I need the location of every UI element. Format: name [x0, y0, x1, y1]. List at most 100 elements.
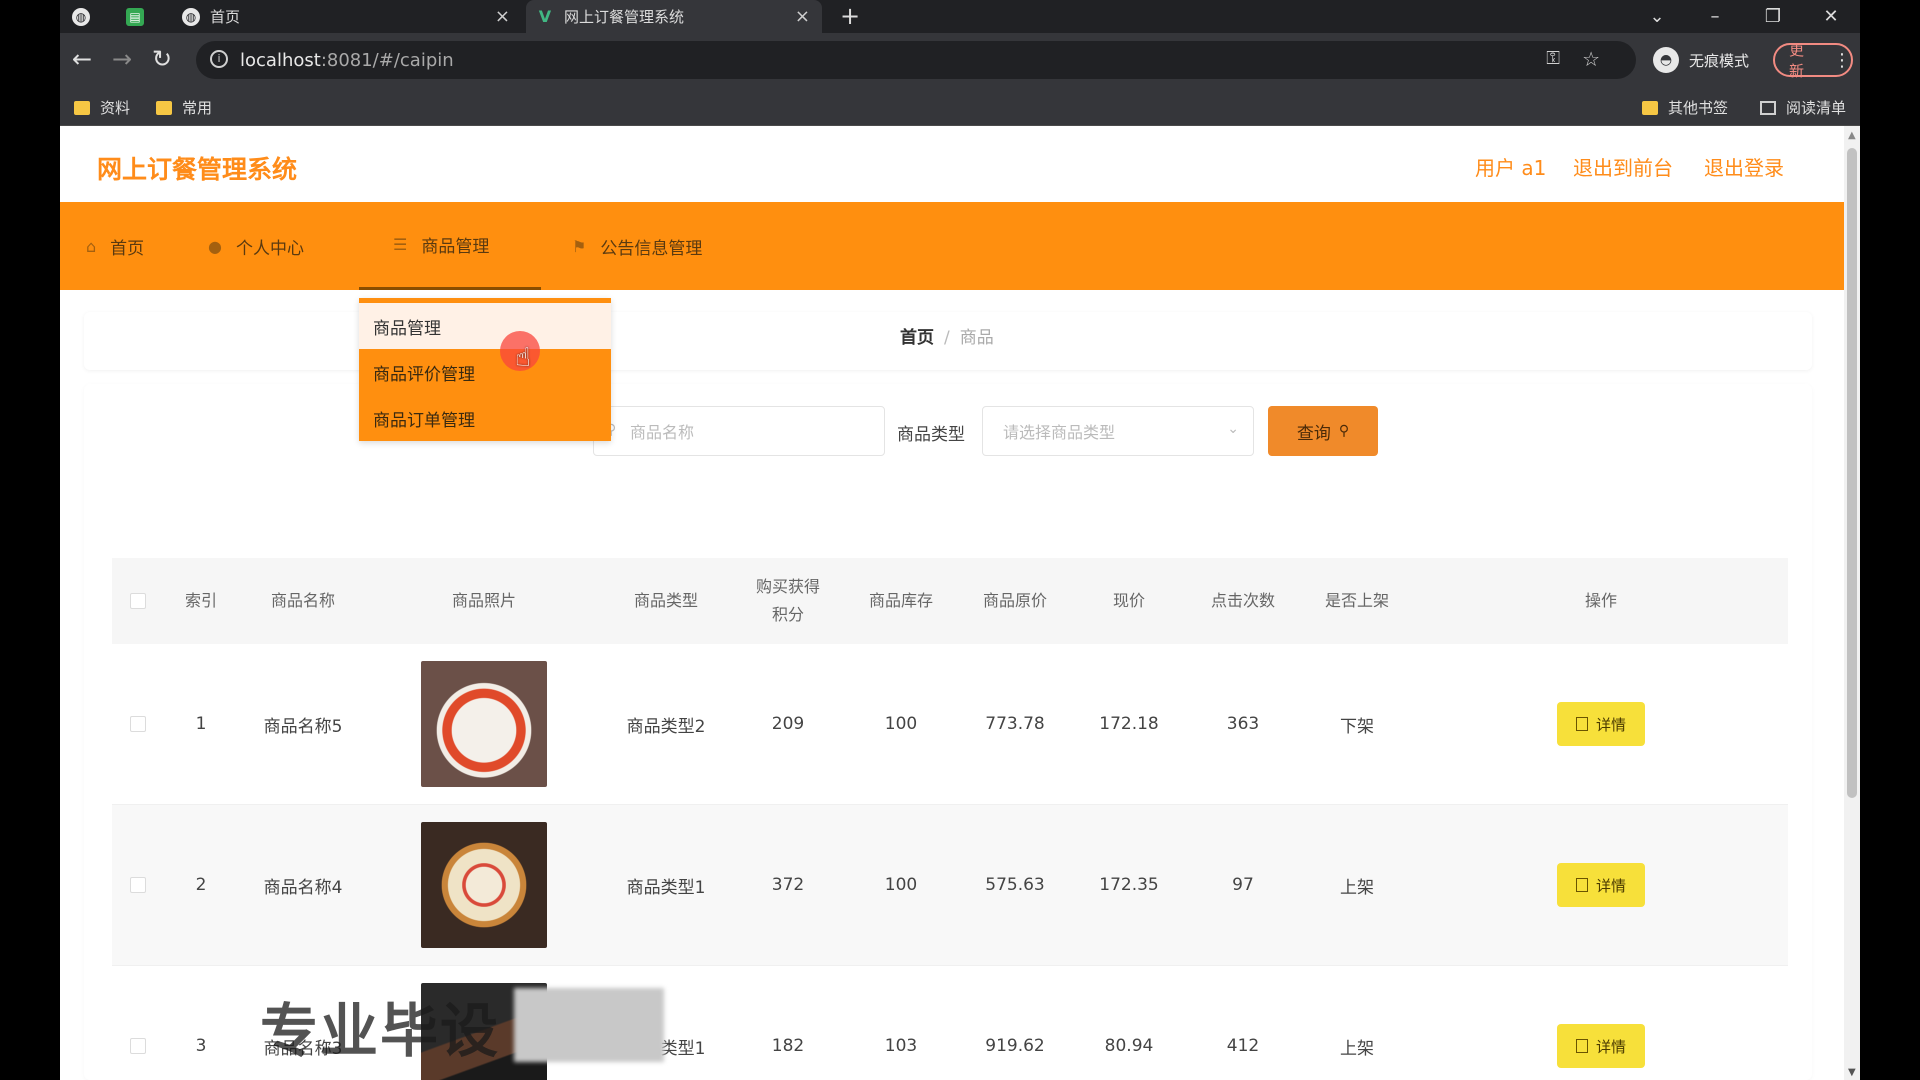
chevron-down-icon: ⌄ — [1227, 421, 1239, 437]
header-clicks[interactable]: 点击次数 — [1186, 558, 1300, 644]
tab-title: 网上订餐管理系统 — [564, 8, 685, 26]
header-stock[interactable]: 商品库存 — [844, 558, 958, 644]
page-scrollbar[interactable]: ▲ ▼ — [1844, 126, 1860, 1080]
folder-icon — [1642, 100, 1658, 115]
close-icon[interactable]: × — [795, 6, 810, 27]
screen: ◍ ▤ ◍ 首页 × V 网上订餐管理系统 × + ⌄ – ❐ ✕ ← → ↻ … — [0, 0, 1920, 1080]
cell-index: 3 — [195, 1036, 207, 1056]
detail-label: 详情 — [1595, 876, 1626, 895]
header-price[interactable]: 现价 — [1072, 558, 1186, 644]
detail-button[interactable]: 详情 — [1557, 702, 1645, 746]
submenu-item-goods[interactable]: 商品管理 — [359, 303, 611, 349]
header-index[interactable]: 索引 — [164, 558, 238, 644]
breadcrumb-separator: / — [944, 328, 950, 348]
folder-icon — [156, 100, 172, 115]
new-tab-button[interactable]: + — [840, 2, 860, 30]
update-button[interactable]: 更新 ⋮ — [1773, 41, 1853, 80]
menu-item-goods[interactable]: ☰ 商品管理 — [359, 202, 541, 290]
scrollbar-thumb[interactable] — [1847, 148, 1857, 798]
more-icon[interactable]: ⋮ — [1833, 50, 1851, 71]
reload-icon[interactable]: ↻ — [152, 44, 172, 74]
address-bar[interactable]: i localhost:8081/#/caipin ⚿ ☆ — [196, 41, 1636, 79]
document-icon — [1575, 878, 1588, 892]
header-photo[interactable]: 商品照片 — [368, 558, 600, 644]
menu-label: 商品管理 — [421, 237, 490, 257]
info-icon[interactable]: i — [210, 50, 228, 68]
url-host: localhost — [240, 50, 321, 71]
other-bookmarks[interactable]: 其他书签 — [1642, 97, 1728, 118]
select-all-checkbox[interactable] — [130, 593, 146, 609]
detail-button[interactable]: 详情 — [1557, 863, 1645, 907]
detail-label: 详情 — [1595, 1037, 1626, 1056]
header-status[interactable]: 是否上架 — [1300, 558, 1414, 644]
table-row[interactable]: 1 商品名称5 商品类型2 209 100 773.78 172.18 363 … — [112, 644, 1788, 805]
cell-original-price: 919.62 — [985, 1036, 1045, 1056]
update-label: 更新 — [1789, 41, 1805, 80]
globe-icon: ◍ — [182, 7, 200, 26]
back-to-front-link[interactable]: 退出到前台 — [1573, 152, 1673, 181]
minimize-icon[interactable]: – — [1686, 6, 1744, 27]
cell-points: 182 — [771, 1036, 805, 1056]
goods-photo[interactable] — [421, 822, 547, 948]
tab-active[interactable]: V 网上订餐管理系统 × — [526, 0, 822, 33]
menu-item-home[interactable]: ⌂ 首页 — [86, 202, 144, 290]
tab-pinned-2[interactable]: ▤ — [126, 0, 162, 33]
table-header: 索引 商品名称 商品照片 商品类型 购买获得积分 商品库存 商品原价 现价 点击… — [112, 558, 1788, 644]
url-text[interactable]: localhost:8081/#/caipin — [240, 50, 454, 71]
cell-clicks: 412 — [1226, 1036, 1260, 1056]
reading-list[interactable]: 阅读清单 — [1760, 97, 1846, 118]
query-button[interactable]: 查询 ⚲ — [1268, 406, 1378, 456]
back-icon[interactable]: ← — [72, 44, 92, 74]
breadcrumb: 首页 / 商品 — [900, 323, 994, 348]
header-type[interactable]: 商品类型 — [600, 558, 732, 644]
cell-clicks: 97 — [1232, 875, 1254, 895]
row-checkbox[interactable] — [130, 716, 146, 732]
flag-icon: ⚑ — [572, 236, 587, 256]
cell-price: 172.35 — [1099, 875, 1159, 895]
detail-button[interactable]: 详情 — [1557, 1024, 1645, 1068]
scroll-down-icon[interactable]: ▼ — [1848, 1067, 1856, 1078]
menu-item-profile[interactable]: ● 个人中心 — [208, 202, 304, 290]
globe-icon: ◍ — [72, 7, 90, 26]
submenu-item-reviews[interactable]: 商品评价管理 — [359, 349, 611, 395]
close-window-icon[interactable]: ✕ — [1802, 6, 1860, 27]
row-checkbox[interactable] — [130, 877, 146, 893]
menu-item-notice[interactable]: ⚑ 公告信息管理 — [572, 202, 702, 290]
header-original-price[interactable]: 商品原价 — [958, 558, 1072, 644]
app-title: 网上订餐管理系统 — [97, 155, 298, 184]
breadcrumb-home[interactable]: 首页 — [900, 328, 934, 348]
close-icon[interactable]: × — [495, 6, 510, 27]
restore-icon[interactable]: ❐ — [1744, 6, 1802, 27]
tab-search-icon[interactable]: ⌄ — [1628, 6, 1686, 27]
url-path: :8081/#/caipin — [320, 50, 454, 71]
user-link[interactable]: 用户 a1 — [1475, 152, 1546, 181]
cell-action: 详情 — [1414, 644, 1788, 804]
header-points[interactable]: 购买获得积分 — [732, 558, 844, 644]
goods-photo[interactable] — [421, 661, 547, 787]
logout-link[interactable]: 退出登录 — [1704, 152, 1784, 181]
scroll-up-icon[interactable]: ▲ — [1848, 130, 1856, 141]
incognito-icon: ◓ — [1653, 47, 1679, 73]
list-icon: ☰ — [393, 235, 408, 254]
cell-points: 372 — [771, 875, 805, 895]
cell-status: 上架 — [1340, 877, 1374, 898]
submenu-item-orders[interactable]: 商品订单管理 — [359, 395, 611, 441]
goods-type-select[interactable]: 请选择商品类型 ⌄ — [982, 406, 1254, 456]
header-name[interactable]: 商品名称 — [238, 558, 368, 644]
tab-home[interactable]: ◍ 首页 × — [172, 0, 522, 33]
cell-photo — [368, 644, 600, 804]
bookmark-folder[interactable]: 常用 — [156, 97, 212, 118]
goods-name-input[interactable]: ⚲ 商品名称 — [593, 406, 885, 456]
row-checkbox[interactable] — [130, 1038, 146, 1054]
incognito-indicator[interactable]: ◓ 无痕模式 — [1653, 41, 1749, 79]
bookmark-folder[interactable]: 资料 — [74, 97, 130, 118]
table-row[interactable]: 2 商品名称4 商品类型1 372 100 575.63 172.35 97 上… — [112, 805, 1788, 966]
forward-icon[interactable]: → — [112, 44, 132, 74]
bookmark-label: 阅读清单 — [1786, 99, 1847, 117]
star-icon[interactable]: ☆ — [1582, 47, 1600, 71]
tab-pinned-1[interactable]: ◍ — [72, 0, 108, 33]
cell-points: 209 — [771, 714, 805, 734]
cell-photo — [368, 805, 600, 965]
folder-icon — [74, 100, 90, 115]
key-icon[interactable]: ⚿ — [1546, 48, 1560, 69]
